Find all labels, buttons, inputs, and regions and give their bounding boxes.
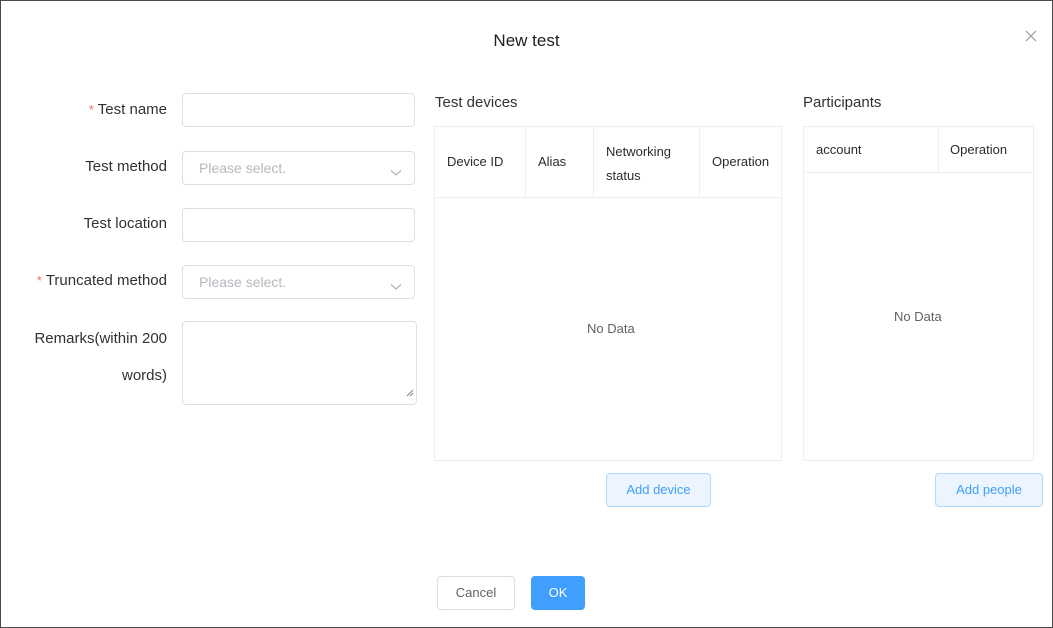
col-device-id: Device ID — [447, 154, 504, 169]
test-devices-title: Test devices — [435, 94, 518, 111]
col-networking-status: Networking status — [598, 140, 679, 188]
add-people-button[interactable]: Add people — [935, 473, 1043, 507]
truncated-method-select[interactable]: Please select. — [182, 265, 415, 299]
cancel-button[interactable]: Cancel — [437, 576, 515, 610]
remarks-label: Remarks(within 200 words) — [7, 327, 167, 387]
test-name-label-text: Test name — [97, 101, 167, 118]
dialog-title: New test — [493, 31, 560, 50]
required-mark: * — [88, 102, 94, 117]
chevron-down-icon — [390, 164, 402, 182]
remarks-label-line1: Remarks(within 200 — [34, 330, 167, 347]
truncated-method-label: * Truncated method — [7, 272, 167, 289]
participants-table: account Operation No Data — [803, 126, 1034, 461]
truncated-method-placeholder: Please select. — [199, 274, 287, 290]
col-networking-line2: status — [606, 168, 641, 183]
column-divider — [593, 127, 594, 197]
participants-empty-text: No Data — [894, 309, 942, 324]
test-method-placeholder: Please select. — [199, 160, 287, 176]
test-name-label: * Test name — [7, 101, 167, 118]
remarks-label-line2: words) — [121, 367, 167, 384]
close-icon[interactable] — [1024, 29, 1040, 45]
devices-table: Device ID Alias Networking status Operat… — [434, 126, 782, 461]
test-name-input[interactable] — [182, 93, 415, 127]
column-divider — [938, 127, 939, 172]
test-method-select[interactable]: Please select. — [182, 151, 415, 185]
column-divider — [699, 127, 700, 197]
col-participant-operation: Operation — [950, 142, 1008, 157]
test-location-input[interactable] — [182, 208, 415, 242]
participants-table-header: account Operation — [804, 127, 1033, 173]
add-device-button[interactable]: Add device — [606, 473, 711, 507]
new-test-dialog: New test * Test name Test method Please s… — [0, 0, 1053, 628]
ok-button[interactable]: OK — [531, 576, 585, 610]
devices-empty-text: No Data — [587, 321, 635, 336]
resize-handle-icon[interactable] — [406, 384, 414, 402]
remarks-textarea[interactable] — [182, 321, 417, 405]
col-alias: Alias — [538, 154, 567, 169]
participants-title: Participants — [803, 94, 882, 111]
truncated-method-label-text: Truncated method — [45, 272, 167, 289]
devices-table-header: Device ID Alias Networking status Operat… — [435, 127, 781, 198]
required-mark: * — [36, 273, 42, 288]
test-location-label: Test location — [83, 215, 167, 232]
test-method-label: Test method — [85, 158, 167, 175]
column-divider — [525, 127, 526, 197]
col-operation: Operation — [712, 154, 770, 169]
col-networking-line1: Networking — [606, 144, 672, 159]
col-account: account — [816, 142, 862, 157]
chevron-down-icon — [390, 278, 402, 296]
